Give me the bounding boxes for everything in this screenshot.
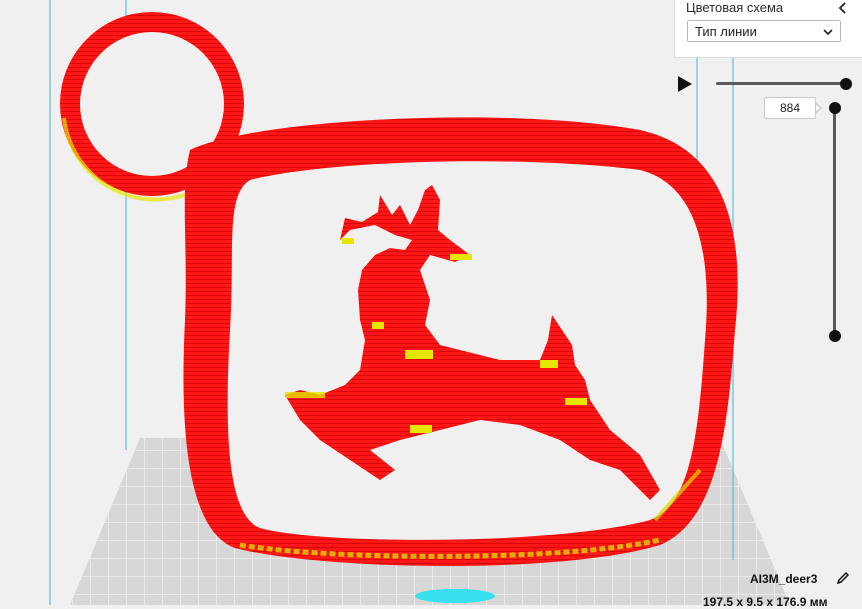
object-name: AI3M_deer3: [750, 572, 818, 586]
chevron-left-icon[interactable]: [836, 1, 850, 15]
pencil-icon[interactable]: [836, 571, 850, 585]
select-value: Тип линии: [695, 24, 757, 39]
layer-progress-handle[interactable]: [840, 78, 852, 90]
layer-slider-bottom-handle[interactable]: [829, 330, 841, 342]
layer-slider-track[interactable]: [833, 107, 836, 337]
model-base: [415, 589, 495, 603]
line-type-select[interactable]: Тип линии: [687, 20, 841, 42]
object-dimensions: 197.5 x 9.5 x 176.9 мм: [703, 595, 828, 609]
layer-progress-track[interactable]: [716, 82, 846, 85]
layer-slider-top-handle[interactable]: [829, 102, 841, 114]
model-frame: [183, 117, 738, 567]
current-layer-input[interactable]: 884: [764, 97, 816, 119]
chevron-down-icon: [822, 25, 834, 37]
color-scheme-panel: Цветовая схема Тип линии: [674, 0, 862, 58]
play-icon[interactable]: [676, 74, 694, 94]
viewport-3d[interactable]: [0, 0, 862, 605]
color-scheme-title: Цветовая схема: [686, 0, 784, 15]
